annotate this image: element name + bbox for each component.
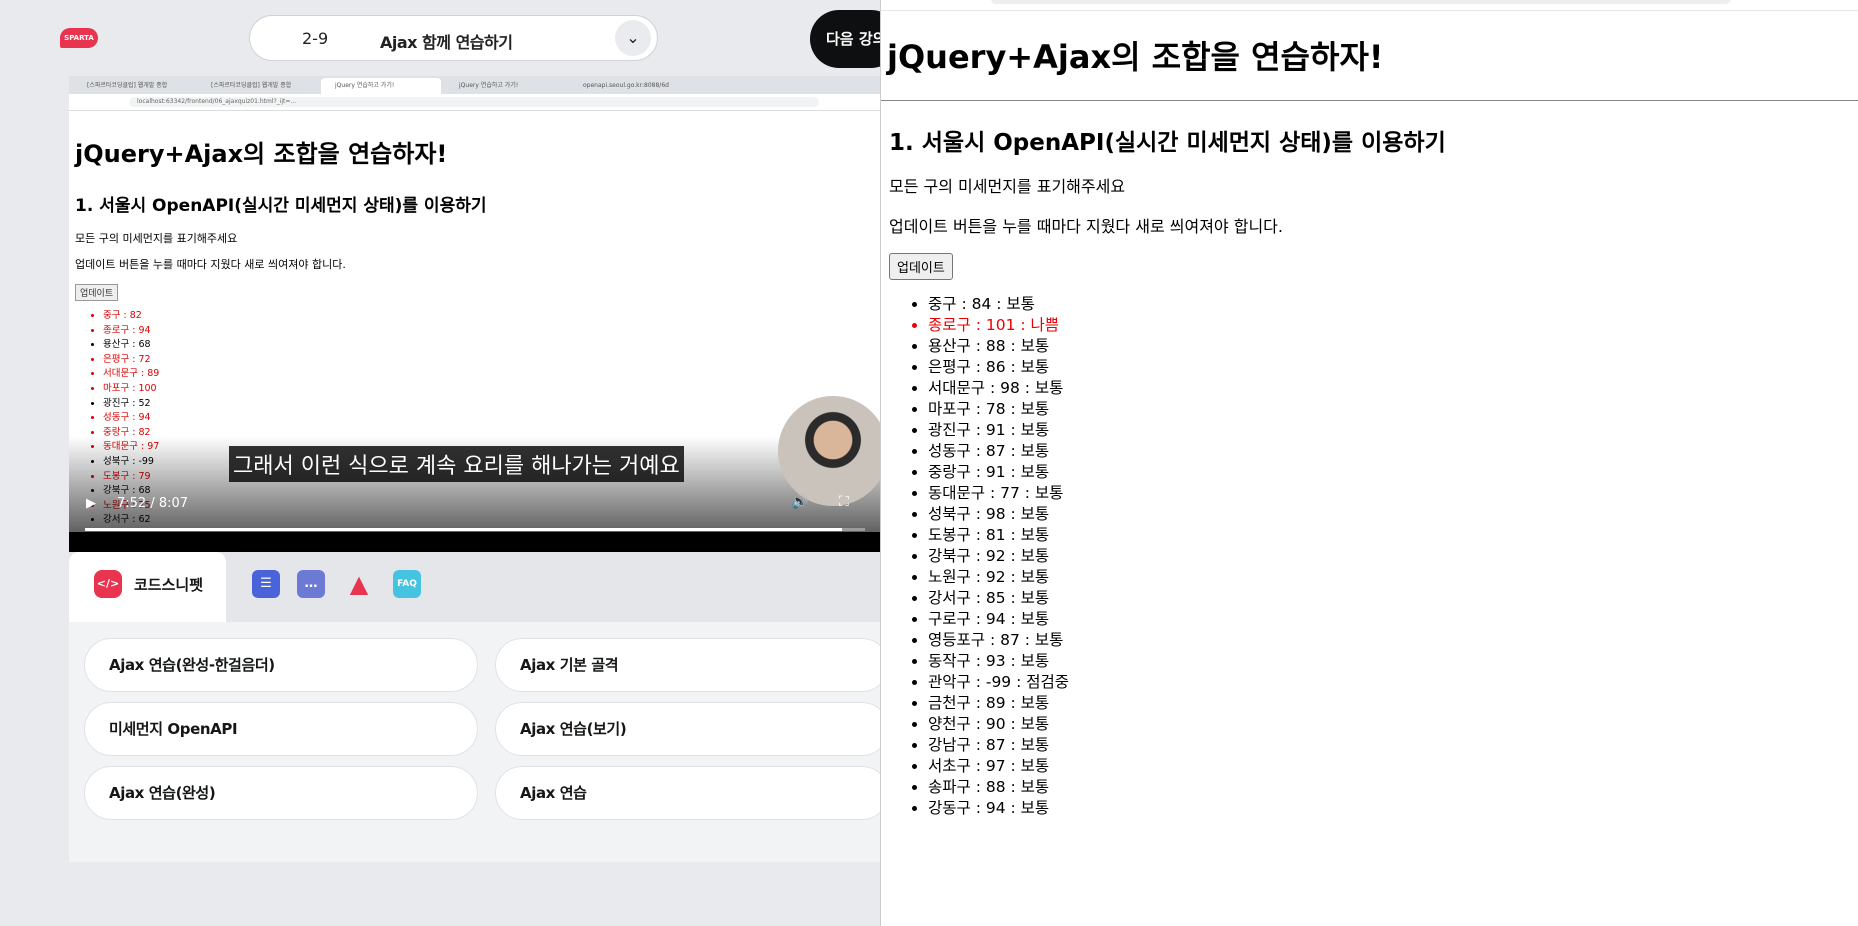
list-item: 동대문구 : 77 : 보통 <box>928 483 1847 504</box>
list-item: 은평구 : 86 : 보통 <box>928 357 1847 378</box>
list-item: 영등포구 : 87 : 보통 <box>928 630 1847 651</box>
video-time: 7:52 / 8:07 <box>117 496 189 511</box>
recorded-tab: jQuery 연습하고 가기! <box>321 78 441 94</box>
sparta-logo[interactable]: SPARTA <box>60 28 98 48</box>
list-item: 성동구 : 94 <box>103 411 855 426</box>
update-button[interactable]: 업데이트 <box>889 253 953 280</box>
tools-panel: </> 코드스니펫 ☰ … ▲ FAQ Ajax 연습(완성-한걸음더) Aja… <box>69 552 889 862</box>
list-item: 종로구 : 94 <box>103 324 855 339</box>
video-progress-bar[interactable] <box>85 528 865 531</box>
video-bottom-bar <box>69 532 880 552</box>
list-item: 노원구 : 92 : 보통 <box>928 567 1847 588</box>
list-item: 강북구 : 92 : 보통 <box>928 546 1847 567</box>
page-content: jQuery+Ajax의 조합을 연습하자! 1. 서울시 OpenAPI(실시… <box>881 10 1858 819</box>
video-subtitle: 그래서 이런 식으로 계속 요리를 해나가는 거예요 <box>229 446 684 482</box>
list-item: 성동구 : 87 : 보통 <box>928 441 1847 462</box>
list-item: 강동구 : 94 : 보통 <box>928 798 1847 819</box>
faq-icon[interactable]: FAQ <box>393 570 421 598</box>
recorded-url: localhost:63342/frontend/06_ajaxquiz01.h… <box>129 97 819 107</box>
snippet-card[interactable]: 미세먼지 OpenAPI <box>84 702 478 756</box>
recorded-subheading: 1. 서울시 OpenAPI(실시간 미세먼지 상태)를 이용하기 <box>75 196 487 216</box>
list-item: 중구 : 82 <box>103 309 855 324</box>
recorded-tab: openapi.seoul.go.kr:8088/6d <box>583 82 669 89</box>
list-item: 마포구 : 78 : 보통 <box>928 399 1847 420</box>
list-item: 중랑구 : 91 : 보통 <box>928 462 1847 483</box>
list-item: 중구 : 84 : 보통 <box>928 294 1847 315</box>
list-item: 강남구 : 87 : 보통 <box>928 735 1847 756</box>
snippet-card[interactable]: Ajax 기본 골격 <box>495 638 889 692</box>
recorded-paragraph: 업데이트 버튼을 누를 때마다 지웠다 새로 씌여져야 합니다. <box>75 258 346 271</box>
list-item: 금천구 : 89 : 보통 <box>928 693 1847 714</box>
recorded-address-bar: localhost:63342/frontend/06_ajaxquiz01.h… <box>69 94 880 111</box>
tab-code-snippet[interactable]: </> 코드스니펫 <box>69 552 226 622</box>
snippet-card[interactable]: Ajax 연습 <box>495 766 889 820</box>
list-item: 서대문구 : 98 : 보통 <box>928 378 1847 399</box>
snippet-card[interactable]: Ajax 연습(보기) <box>495 702 889 756</box>
recorded-heading: jQuery+Ajax의 조합을 연습하자! <box>75 140 448 168</box>
recorded-paragraph: 모든 구의 미세먼지를 표기해주세요 <box>75 232 238 245</box>
tab-code-snippet-label: 코드스니펫 <box>134 576 204 594</box>
recorded-browser-tabs: [스파르타코딩클럽] 웹개발 종합 [스파르타코딩클럽] 웹개발 종합 jQue… <box>69 76 880 94</box>
lesson-number: 2-9 <box>302 29 329 48</box>
list-item: 구로구 : 94 : 보통 <box>928 609 1847 630</box>
play-icon[interactable]: ▶ <box>86 496 96 511</box>
list-item: 서대문구 : 89 <box>103 367 855 382</box>
divider <box>881 100 1858 101</box>
volume-icon[interactable]: 🔊 <box>791 494 808 510</box>
recorded-tab: jQuery 연습하고 가기! <box>459 82 519 89</box>
dust-list: 중구 : 84 : 보통종로구 : 101 : 나쁨용산구 : 88 : 보통은… <box>887 294 1847 819</box>
list-item: 광진구 : 91 : 보통 <box>928 420 1847 441</box>
recorded-update-button: 업데이트 <box>75 284 119 301</box>
list-item: 관악구 : -99 : 점검중 <box>928 672 1847 693</box>
list-item: 은평구 : 72 <box>103 353 855 368</box>
browser-window: jQuery+Ajax의 조합을 연습하자! 1. 서울시 OpenAPI(실시… <box>880 0 1858 926</box>
video-player[interactable]: [스파르타코딩클럽] 웹개발 종합 [스파르타코딩클럽] 웹개발 종합 jQue… <box>69 76 880 552</box>
address-bar[interactable] <box>991 0 1731 4</box>
snippet-card[interactable]: Ajax 연습(완성-한걸음더) <box>84 638 478 692</box>
tools-tabbar: </> 코드스니펫 ☰ … ▲ FAQ <box>69 552 880 622</box>
checklist-icon[interactable]: ☰ <box>252 570 280 598</box>
code-icon: </> <box>94 570 122 598</box>
list-item: 도봉구 : 81 : 보통 <box>928 525 1847 546</box>
list-item: 동작구 : 93 : 보통 <box>928 651 1847 672</box>
recorded-tab: [스파르타코딩클럽] 웹개발 종합 <box>87 82 168 89</box>
snippet-card[interactable]: Ajax 연습(완성) <box>84 766 478 820</box>
list-item: 용산구 : 88 : 보통 <box>928 336 1847 357</box>
page-title: jQuery+Ajax의 조합을 연습하자! <box>887 38 1384 76</box>
warning-triangle-icon[interactable]: ▲ <box>345 570 373 598</box>
recorded-tab: [스파르타코딩클럽] 웹개발 종합 <box>211 82 292 89</box>
instruction-text: 업데이트 버튼을 누를 때마다 지웠다 새로 씌여져야 합니다. <box>889 217 1283 236</box>
fullscreen-icon[interactable]: ⛶ <box>839 494 849 510</box>
list-item: 광진구 : 52 <box>103 397 855 412</box>
list-item: 마포구 : 100 <box>103 382 855 397</box>
lesson-selector[interactable]: 2-9 Ajax 함께 연습하기 ⌄ <box>249 15 658 61</box>
list-item: 성북구 : 98 : 보통 <box>928 504 1847 525</box>
lesson-title: Ajax 함께 연습하기 <box>380 33 513 52</box>
list-item: 서초구 : 97 : 보통 <box>928 756 1847 777</box>
instructor-webcam <box>778 396 880 506</box>
chevron-down-icon[interactable]: ⌄ <box>615 20 651 56</box>
section-heading: 1. 서울시 OpenAPI(실시간 미세먼지 상태)를 이용하기 <box>889 130 1446 156</box>
course-header: SPARTA 2-9 Ajax 함께 연습하기 ⌄ 다음 강의 <box>0 0 900 76</box>
list-item: 송파구 : 88 : 보통 <box>928 777 1847 798</box>
list-item: 종로구 : 101 : 나쁨 <box>928 315 1847 336</box>
list-item: 강서구 : 85 : 보통 <box>928 588 1847 609</box>
list-item: 용산구 : 68 <box>103 338 855 353</box>
video-progress-fill <box>85 528 842 531</box>
list-item: 양천구 : 90 : 보통 <box>928 714 1847 735</box>
instruction-text: 모든 구의 미세먼지를 표기해주세요 <box>889 177 1126 196</box>
chat-bubble-icon[interactable]: … <box>297 570 325 598</box>
